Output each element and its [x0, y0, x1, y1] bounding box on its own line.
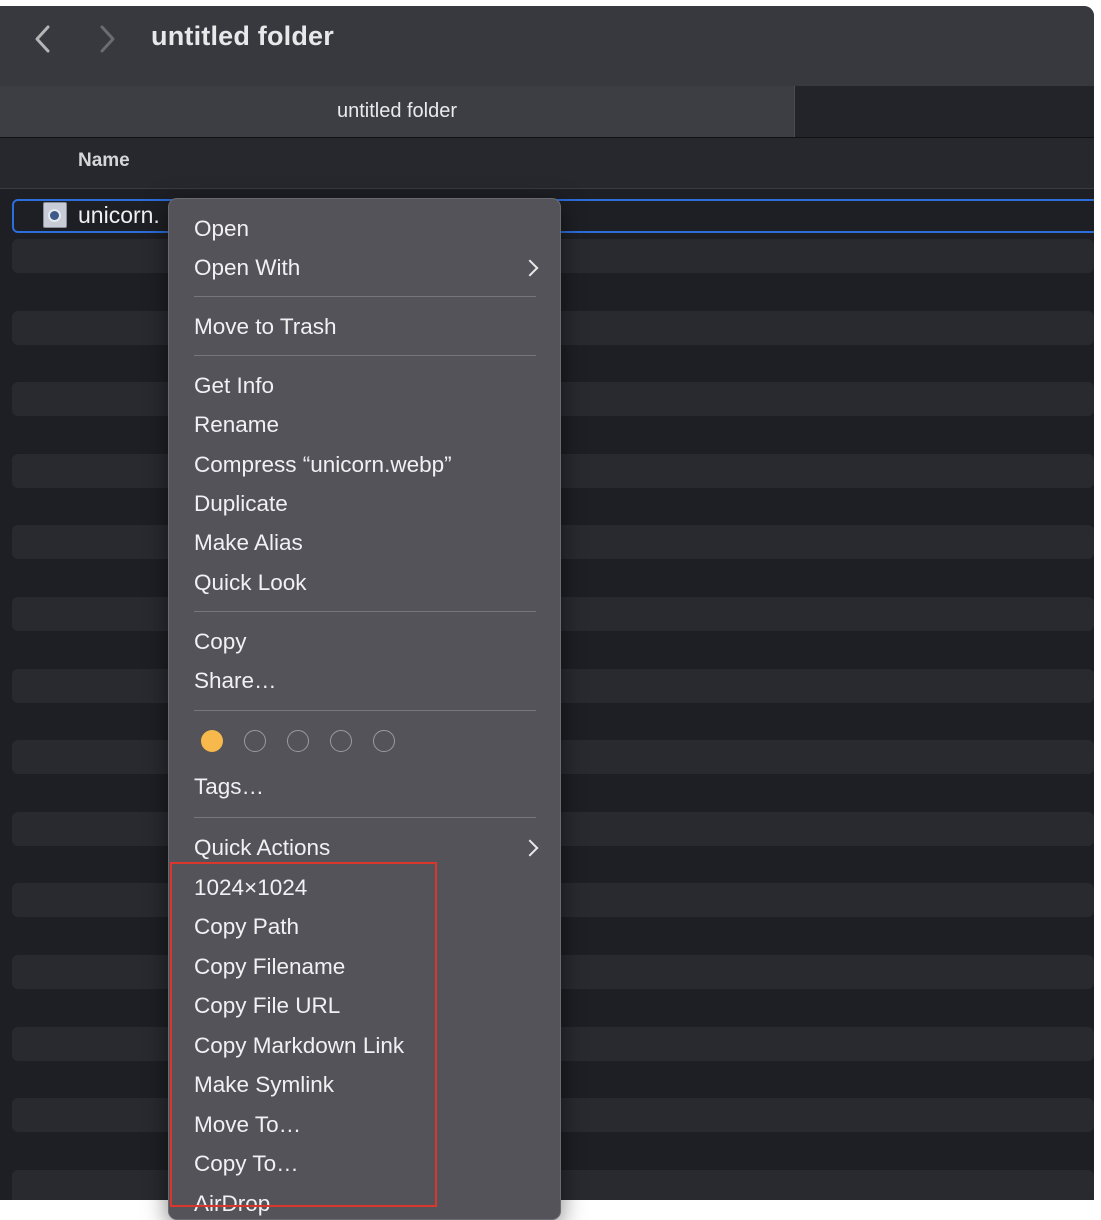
tab-untitled-folder[interactable]: untitled folder: [0, 86, 794, 137]
menu-item-move-to-trash[interactable]: Move to Trash: [194, 313, 337, 341]
chevron-right-icon: [100, 25, 115, 53]
menu-separator: [194, 296, 536, 297]
menu-separator: [194, 611, 536, 612]
tab-empty-area: [794, 86, 1094, 137]
chevron-left-icon: [35, 25, 50, 53]
image-file-icon: [43, 202, 67, 228]
menu-item-open-with[interactable]: Open With: [194, 254, 300, 282]
column-header-row: Name: [0, 137, 1094, 189]
title-bar: untitled folder: [0, 6, 1094, 86]
tag-color-dot-selected[interactable]: [201, 730, 223, 752]
file-name: unicorn.: [78, 202, 160, 228]
tab-bar: untitled folder: [0, 86, 1094, 137]
menu-item-duplicate[interactable]: Duplicate: [194, 490, 288, 518]
menu-item-make-alias[interactable]: Make Alias: [194, 529, 303, 557]
tag-color-dot[interactable]: [244, 730, 266, 752]
tag-color-dot[interactable]: [373, 730, 395, 752]
forward-button[interactable]: [92, 24, 122, 54]
tag-color-dot[interactable]: [330, 730, 352, 752]
menu-item-compress-unicorn-webp[interactable]: Compress “unicorn.webp”: [194, 451, 452, 479]
annotation-highlight-box: [170, 862, 437, 1207]
menu-separator: [194, 817, 536, 818]
menu-item-copy[interactable]: Copy: [194, 628, 247, 656]
window-title: untitled folder: [151, 21, 334, 51]
menu-item-open[interactable]: Open: [194, 215, 249, 243]
chevron-right-icon: [521, 839, 539, 857]
back-button[interactable]: [28, 24, 58, 54]
menu-item-get-info[interactable]: Get Info: [194, 372, 274, 400]
menu-item-share[interactable]: Share…: [194, 667, 277, 695]
menu-separator: [194, 355, 536, 356]
chevron-right-icon: [521, 259, 539, 277]
menu-item-quick-look[interactable]: Quick Look: [194, 569, 307, 597]
menu-item-tags[interactable]: Tags…: [194, 773, 264, 801]
menu-item-quick-actions[interactable]: Quick Actions: [194, 834, 330, 862]
menu-separator: [194, 710, 536, 711]
menu-item-rename[interactable]: Rename: [194, 411, 279, 439]
tag-color-dot[interactable]: [287, 730, 309, 752]
column-header-name[interactable]: Name: [78, 150, 130, 172]
